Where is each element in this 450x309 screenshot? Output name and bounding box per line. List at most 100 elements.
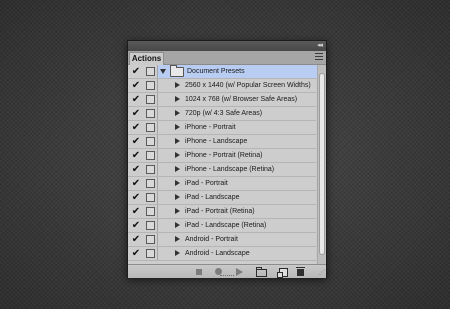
action-row[interactable]: ✔ 1024 x 768 (w/ Browser Safe Areas) (128, 93, 316, 107)
action-row[interactable]: ✔ 720p (w/ 4:3 Safe Areas) (128, 107, 316, 121)
collapse-icon[interactable]: ◂◂ (317, 42, 323, 50)
toggle-checkmark-icon[interactable]: ✔ (131, 94, 141, 105)
vertical-scrollbar[interactable] (317, 65, 326, 264)
toggle-checkmark-icon[interactable]: ✔ (131, 164, 141, 175)
collapsed-arrow-icon[interactable] (175, 222, 180, 228)
toggle-checkmark-icon[interactable]: ✔ (131, 136, 141, 147)
collapsed-arrow-icon[interactable] (175, 194, 180, 200)
dialog-toggle-box[interactable] (146, 151, 155, 160)
row-content[interactable]: Document Presets (157, 65, 317, 78)
toggle-checkmark-icon[interactable]: ✔ (131, 178, 141, 189)
row-content[interactable]: 1024 x 768 (w/ Browser Safe Areas) (157, 93, 317, 106)
action-set-row[interactable]: ✔ Document Presets (128, 65, 317, 79)
row-content[interactable]: iPhone - Portrait (Retina) (157, 149, 317, 162)
panel-titlebar[interactable]: ◂◂ (128, 41, 326, 51)
toggle-checkmark-icon[interactable]: ✔ (131, 108, 141, 119)
action-label: 1024 x 768 (w/ Browser Safe Areas) (185, 96, 298, 103)
folder-icon (170, 65, 184, 77)
collapsed-arrow-icon[interactable] (175, 152, 180, 158)
row-content[interactable]: Android - Portrait (157, 233, 317, 246)
dialog-toggle-box[interactable] (146, 165, 155, 174)
action-row[interactable]: ✔ iPhone - Portrait (Retina) (128, 149, 316, 163)
action-row[interactable]: ✔ iPhone - Portrait (128, 121, 316, 135)
collapsed-arrow-icon[interactable] (175, 180, 180, 186)
dialog-toggle-box[interactable] (146, 95, 155, 104)
toggle-checkmark-icon[interactable]: ✔ (131, 220, 141, 231)
toggle-checkmark-icon[interactable]: ✔ (131, 234, 141, 245)
collapsed-arrow-icon[interactable] (175, 82, 180, 88)
action-label: iPad - Landscape (185, 194, 240, 201)
action-row[interactable]: ✔ iPad - Portrait (128, 177, 316, 191)
row-content[interactable]: iPad - Landscape (157, 191, 317, 204)
toggle-checkmark-icon[interactable]: ✔ (131, 80, 141, 91)
row-content[interactable]: 720p (w/ 4:3 Safe Areas) (157, 107, 317, 120)
toggle-checkmark-icon[interactable]: ✔ (131, 150, 141, 161)
dialog-toggle-box[interactable] (146, 193, 155, 202)
collapsed-arrow-icon[interactable] (175, 96, 180, 102)
resize-corner-icon[interactable]: ⋰ (319, 270, 325, 276)
dialog-toggle-box[interactable] (146, 81, 155, 90)
panel-menu-icon[interactable] (315, 53, 323, 61)
record-icon[interactable] (215, 268, 222, 275)
play-icon[interactable] (236, 268, 243, 276)
row-content[interactable]: 2560 x 1440 (w/ Popular Screen Widths) (157, 79, 317, 92)
collapsed-arrow-icon[interactable] (175, 138, 180, 144)
dialog-toggle-box[interactable] (146, 109, 155, 118)
panel-tabbar: Actions (128, 51, 326, 65)
action-row[interactable]: ✔ iPad - Landscape (128, 191, 316, 205)
collapsed-arrow-icon[interactable] (175, 236, 180, 242)
new-set-icon[interactable] (256, 267, 267, 277)
toggle-checkmark-icon[interactable]: ✔ (131, 248, 141, 259)
action-set-label: Document Presets (187, 68, 245, 75)
collapsed-arrow-icon[interactable] (175, 166, 180, 172)
row-content[interactable]: iPad - Portrait (157, 177, 317, 190)
collapsed-arrow-icon[interactable] (175, 250, 180, 256)
row-content[interactable]: iPad - Portrait (Retina) (157, 205, 317, 218)
action-row[interactable]: ✔ iPad - Portrait (Retina) (128, 205, 316, 219)
action-row[interactable]: ✔ iPad - Landscape (Retina) (128, 219, 316, 233)
action-row[interactable]: ✔ Android - Landscape (128, 247, 316, 261)
stop-icon[interactable] (196, 269, 202, 275)
toggle-checkmark-icon[interactable]: ✔ (131, 206, 141, 217)
row-content[interactable]: Android - Landscape (157, 247, 317, 260)
scrollbar-thumb[interactable] (319, 73, 325, 255)
action-label: 720p (w/ 4:3 Safe Areas) (185, 110, 263, 117)
action-row[interactable]: ✔ iPhone - Landscape (128, 135, 316, 149)
actions-panel: ◂◂ Actions ✔ Document Presets ✔ 2560 x 1440… (127, 40, 327, 278)
dialog-toggle-box[interactable] (146, 235, 155, 244)
collapsed-arrow-icon[interactable] (175, 208, 180, 214)
tab-actions[interactable]: Actions (129, 52, 164, 65)
row-content[interactable]: iPhone - Landscape (Retina) (157, 163, 317, 176)
dialog-toggle-box[interactable] (146, 137, 155, 146)
action-label: iPhone - Landscape (185, 138, 248, 145)
expand-arrow-icon[interactable] (160, 69, 166, 74)
collapsed-arrow-icon[interactable] (175, 110, 180, 116)
dialog-toggle-box[interactable] (146, 67, 155, 76)
toggle-checkmark-icon[interactable]: ✔ (131, 192, 141, 203)
row-content[interactable]: iPhone - Portrait (157, 121, 317, 134)
action-label: iPad - Portrait (185, 180, 228, 187)
toggle-checkmark-icon[interactable]: ✔ (131, 66, 141, 77)
dialog-toggle-box[interactable] (146, 123, 155, 132)
action-row[interactable]: ✔ Android - Portrait (128, 233, 316, 247)
action-label: iPhone - Portrait (185, 124, 236, 131)
collapsed-arrow-icon[interactable] (175, 124, 180, 130)
action-label: 2560 x 1440 (w/ Popular Screen Widths) (185, 82, 311, 89)
actions-list: ✔ Document Presets ✔ 2560 x 1440 (w/ Popula… (128, 65, 317, 264)
action-label: iPad - Landscape (Retina) (185, 222, 267, 229)
new-action-icon[interactable] (277, 268, 288, 278)
dialog-toggle-box[interactable] (146, 249, 155, 258)
action-row[interactable]: ✔ 2560 x 1440 (w/ Popular Screen Widths) (128, 79, 316, 93)
dialog-toggle-box[interactable] (146, 207, 155, 216)
dialog-toggle-box[interactable] (146, 179, 155, 188)
trash-icon[interactable] (296, 267, 305, 276)
action-label: Android - Landscape (185, 250, 250, 257)
action-label: Android - Portrait (185, 236, 238, 243)
toggle-checkmark-icon[interactable]: ✔ (131, 122, 141, 133)
row-content[interactable]: iPad - Landscape (Retina) (157, 219, 317, 232)
action-row[interactable]: ✔ iPhone - Landscape (Retina) (128, 163, 316, 177)
resize-grip[interactable] (220, 275, 234, 277)
dialog-toggle-box[interactable] (146, 221, 155, 230)
row-content[interactable]: iPhone - Landscape (157, 135, 317, 148)
action-label: iPad - Portrait (Retina) (185, 208, 255, 215)
